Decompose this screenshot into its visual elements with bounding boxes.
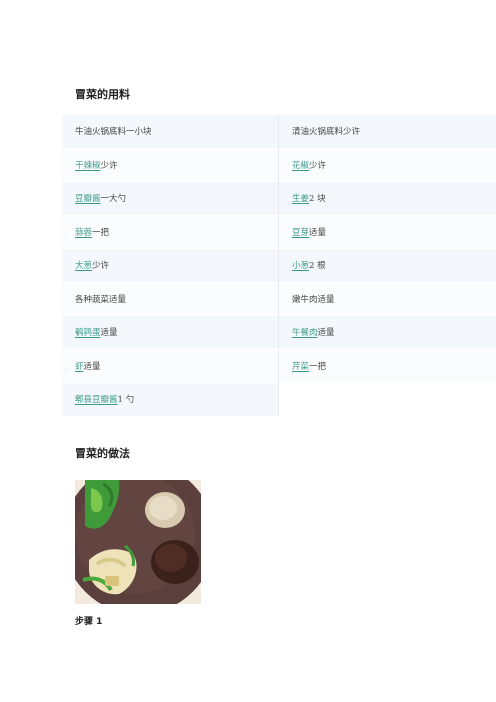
ingredient-cell: 花椒 少许 (279, 148, 496, 182)
ingredient-amount: 一大勺 (100, 194, 127, 205)
ingredient-row: 牛油火锅底料一小块 清油火锅底料少许 (62, 115, 496, 149)
ingredient-amount: 适量 (317, 328, 335, 339)
ingredient-amount: 2 块 (309, 194, 326, 205)
ingredient-cell-empty (279, 383, 496, 417)
ingredient-link[interactable]: 郫县豆瓣酱 (75, 393, 118, 405)
ingredient-cell: 虾适量 (62, 349, 279, 383)
ingredient-link[interactable]: 虾 (75, 360, 84, 372)
ingredient-row: 豆瓣酱 一大勺 生姜 2 块 (62, 182, 496, 216)
ingredient-link[interactable]: 小葱 (292, 259, 309, 271)
ingredients-table: 牛油火锅底料一小块 清油火锅底料少许 干辣椒 少许 花椒 少许 豆瓣酱 一大勺 生姜 2… (62, 115, 496, 417)
ingredient-link[interactable]: 鹌鹑蛋 (75, 326, 101, 338)
ingredient-amount: 适量 (309, 227, 327, 238)
ingredient-link[interactable]: 蒜蓉 (75, 226, 92, 238)
ingredient-name: 清油火锅底料少许 (292, 127, 361, 138)
ingredient-name: 嫩牛肉适量 (292, 294, 335, 305)
ingredient-cell: 芹菜 一把 (279, 349, 496, 383)
ingredient-link[interactable]: 芹菜 (292, 360, 309, 372)
ingredient-cell: 生姜 2 块 (279, 182, 496, 216)
step-1-photo-illustration (75, 480, 201, 604)
ingredient-cell: 清油火锅底料少许 (279, 115, 496, 149)
ingredient-cell: 鹌鹑蛋 适量 (62, 316, 279, 350)
ingredient-row: 大葱 少许 小葱 2 根 (62, 249, 496, 283)
method-heading: 冒菜的做法 (75, 447, 130, 460)
ingredient-amount: 2 根 (309, 261, 326, 272)
ingredient-name: 牛油火锅底料一小块 (75, 127, 152, 138)
ingredient-link[interactable]: 生姜 (292, 192, 309, 204)
ingredient-link[interactable]: 午餐肉 (292, 326, 318, 338)
ingredient-amount: 适量 (83, 361, 101, 372)
ingredient-row: 蒜蓉 一把 豆芽 适量 (62, 215, 496, 249)
ingredient-link[interactable]: 豆瓣酱 (75, 192, 101, 204)
ingredient-link[interactable]: 大葱 (75, 259, 92, 271)
ingredient-row: 鹌鹑蛋 适量 午餐肉 适量 (62, 316, 496, 350)
ingredient-cell: 干辣椒 少许 (62, 148, 279, 182)
ingredient-row: 各种蔬菜适量 嫩牛肉适量 (62, 282, 496, 316)
ingredient-amount: 1 勺 (117, 395, 135, 406)
ingredient-cell: 嫩牛肉适量 (279, 282, 496, 316)
ingredient-amount: 少许 (92, 261, 110, 272)
ingredient-amount: 一把 (309, 361, 327, 372)
ingredient-amount: 少许 (100, 160, 118, 171)
ingredients-heading: 冒菜的用料 (75, 88, 130, 101)
ingredient-cell: 大葱 少许 (62, 249, 279, 283)
ingredient-cell: 蒜蓉 一把 (62, 215, 279, 249)
ingredient-amount: 一把 (92, 227, 110, 238)
ingredient-cell: 牛油火锅底料一小块 (62, 115, 279, 149)
ingredient-name: 各种蔬菜适量 (75, 294, 127, 305)
ingredient-link[interactable]: 花椒 (292, 159, 309, 171)
ingredient-cell: 小葱 2 根 (279, 249, 496, 283)
ingredient-cell: 豆芽 适量 (279, 215, 496, 249)
ingredient-cell: 豆瓣酱 一大勺 (62, 182, 279, 216)
ingredient-amount: 少许 (309, 160, 327, 171)
ingredient-cell: 各种蔬菜适量 (62, 282, 279, 316)
ingredient-cell: 午餐肉 适量 (279, 316, 496, 350)
ingredient-link[interactable]: 豆芽 (292, 226, 309, 238)
ingredient-amount: 适量 (100, 328, 118, 339)
ingredient-link[interactable]: 干辣椒 (75, 159, 101, 171)
ingredient-row: 干辣椒 少许 花椒 少许 (62, 148, 496, 182)
ingredient-row: 郫县豆瓣酱 1 勺 (62, 383, 496, 417)
step-1-photo (75, 480, 201, 604)
step-1-label: 步骤 1 (75, 617, 103, 627)
ingredient-row: 虾适量 芹菜 一把 (62, 349, 496, 383)
ingredient-cell: 郫县豆瓣酱 1 勺 (62, 383, 279, 417)
